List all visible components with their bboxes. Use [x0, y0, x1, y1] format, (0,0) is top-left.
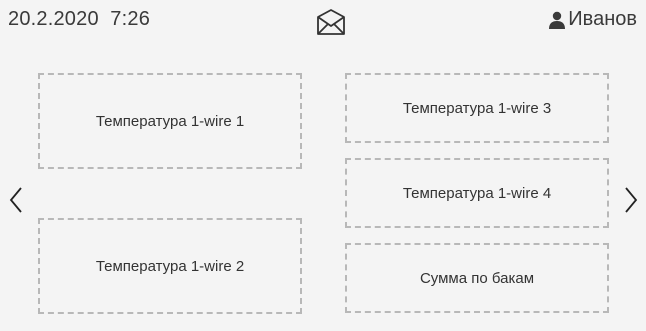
tile-temperature-1wire-4[interactable]: Температура 1-wire 4 — [345, 158, 609, 228]
current-user[interactable]: Иванов — [548, 8, 637, 31]
datetime-label: 20.2.2020 7:26 — [8, 8, 151, 30]
tile-label: Температура 1-wire 3 — [402, 99, 552, 117]
chevron-right-icon[interactable] — [623, 186, 639, 214]
tile-tank-sum[interactable]: Сумма по бакам — [345, 243, 609, 313]
tile-label: Сумма по бакам — [419, 269, 535, 287]
envelope-icon[interactable] — [315, 8, 347, 36]
tile-temperature-1wire-2[interactable]: Температура 1-wire 2 — [38, 218, 302, 314]
tile-label: Температура 1-wire 2 — [95, 257, 245, 275]
user-name: Иванов — [568, 8, 637, 30]
tile-label: Температура 1-wire 1 — [95, 112, 245, 130]
chevron-left-icon[interactable] — [8, 186, 24, 214]
person-icon — [549, 11, 566, 29]
tile-label: Температура 1-wire 4 — [402, 184, 552, 202]
tile-temperature-1wire-3[interactable]: Температура 1-wire 3 — [345, 73, 609, 143]
tile-temperature-1wire-1[interactable]: Температура 1-wire 1 — [38, 73, 302, 169]
